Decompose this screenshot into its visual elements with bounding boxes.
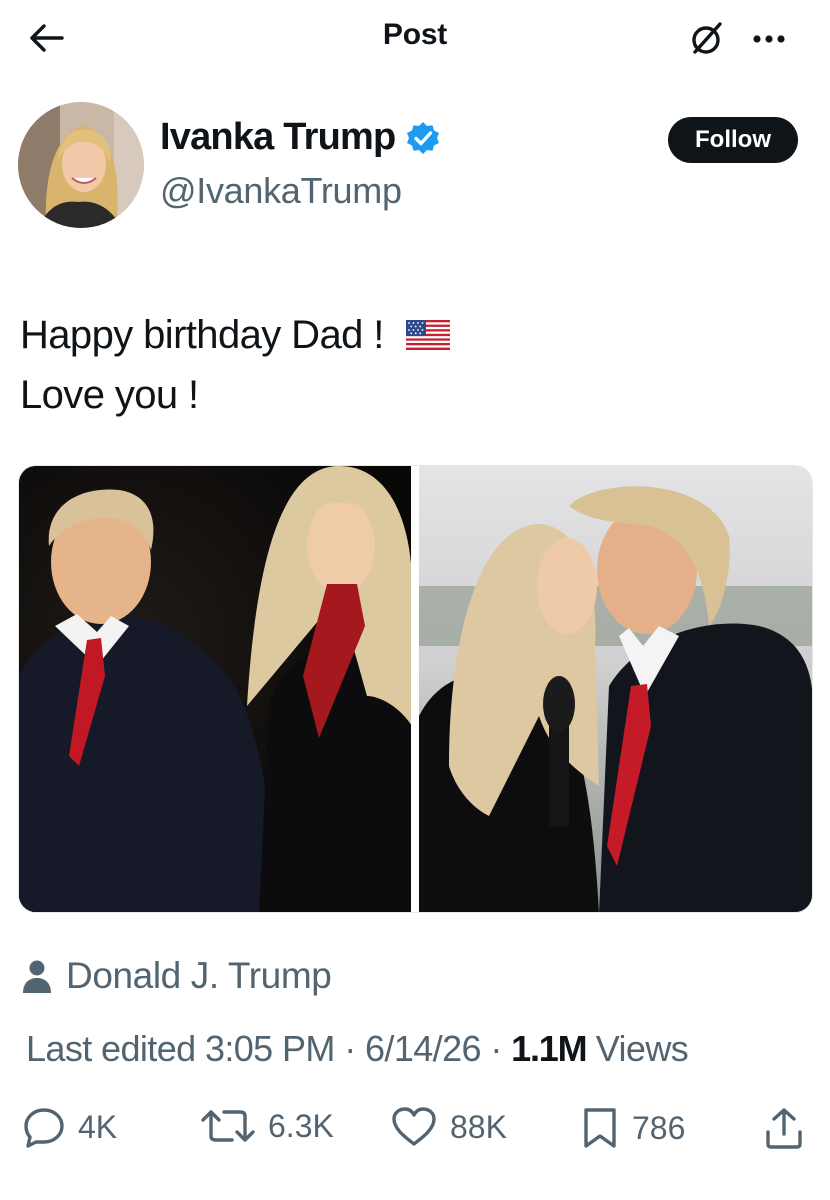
meta-separator: · — [334, 1028, 366, 1069]
post-meta: Last edited 3:05 PM · 6/14/26 · 1.1M Vie… — [26, 1028, 689, 1070]
avatar[interactable] — [18, 102, 144, 228]
top-bar: Post — [0, 0, 830, 80]
post-text-line-1: Happy birthday Dad ! — [20, 313, 395, 357]
post-text-line: Love you ! — [20, 365, 450, 425]
author-handle[interactable]: @IvankaTrump — [160, 170, 402, 212]
heart-icon — [392, 1107, 436, 1146]
bookmark-button[interactable]: 786 — [580, 1106, 685, 1150]
person-icon — [23, 960, 51, 993]
tagged-user-name: Donald J. Trump — [66, 955, 332, 996]
views-label: Views — [586, 1028, 689, 1069]
more-dots-icon — [753, 35, 785, 43]
author-display-name[interactable]: Ivanka Trump — [160, 116, 396, 159]
media-grid — [18, 465, 813, 913]
post-time[interactable]: 3:05 PM — [205, 1028, 335, 1070]
repost-button[interactable]: 6.3K — [200, 1106, 334, 1146]
bookmark-icon — [584, 1108, 616, 1148]
post-date[interactable]: 6/14/26 — [365, 1028, 482, 1070]
verified-badge-icon — [407, 121, 440, 154]
views-count: 1.1M — [511, 1028, 587, 1069]
us-flag-icon — [406, 320, 451, 350]
photo-2[interactable] — [419, 466, 812, 912]
author-name-row: Ivanka Trump — [160, 116, 441, 159]
like-button[interactable]: 88K — [390, 1106, 507, 1148]
action-bar: 4K 6.3K 88K 786 — [0, 1100, 830, 1164]
reply-count: 4K — [78, 1108, 118, 1145]
reply-icon — [24, 1108, 64, 1148]
edited-label[interactable]: Last edited — [26, 1028, 205, 1070]
repost-count: 6.3K — [268, 1107, 334, 1144]
like-count: 88K — [450, 1108, 507, 1145]
grok-icon — [692, 22, 722, 54]
post-text-line: Happy birthday Dad ! — [20, 305, 451, 365]
grok-button[interactable] — [680, 14, 732, 64]
tagged-user[interactable]: Donald J. Trump — [22, 955, 332, 997]
follow-button[interactable]: Follow — [668, 117, 798, 163]
bookmark-count: 786 — [632, 1109, 686, 1146]
share-button[interactable] — [762, 1106, 806, 1150]
post-text-line-2: Love you ! — [20, 373, 199, 417]
more-options-button[interactable] — [744, 14, 794, 64]
reply-button[interactable]: 4K — [22, 1106, 117, 1148]
meta-separator: · — [480, 1028, 512, 1069]
repost-icon — [201, 1110, 255, 1142]
photo-1[interactable] — [19, 466, 411, 912]
post-text: Happy birthday Dad ! Love you ! — [20, 305, 451, 425]
share-icon — [766, 1108, 802, 1149]
